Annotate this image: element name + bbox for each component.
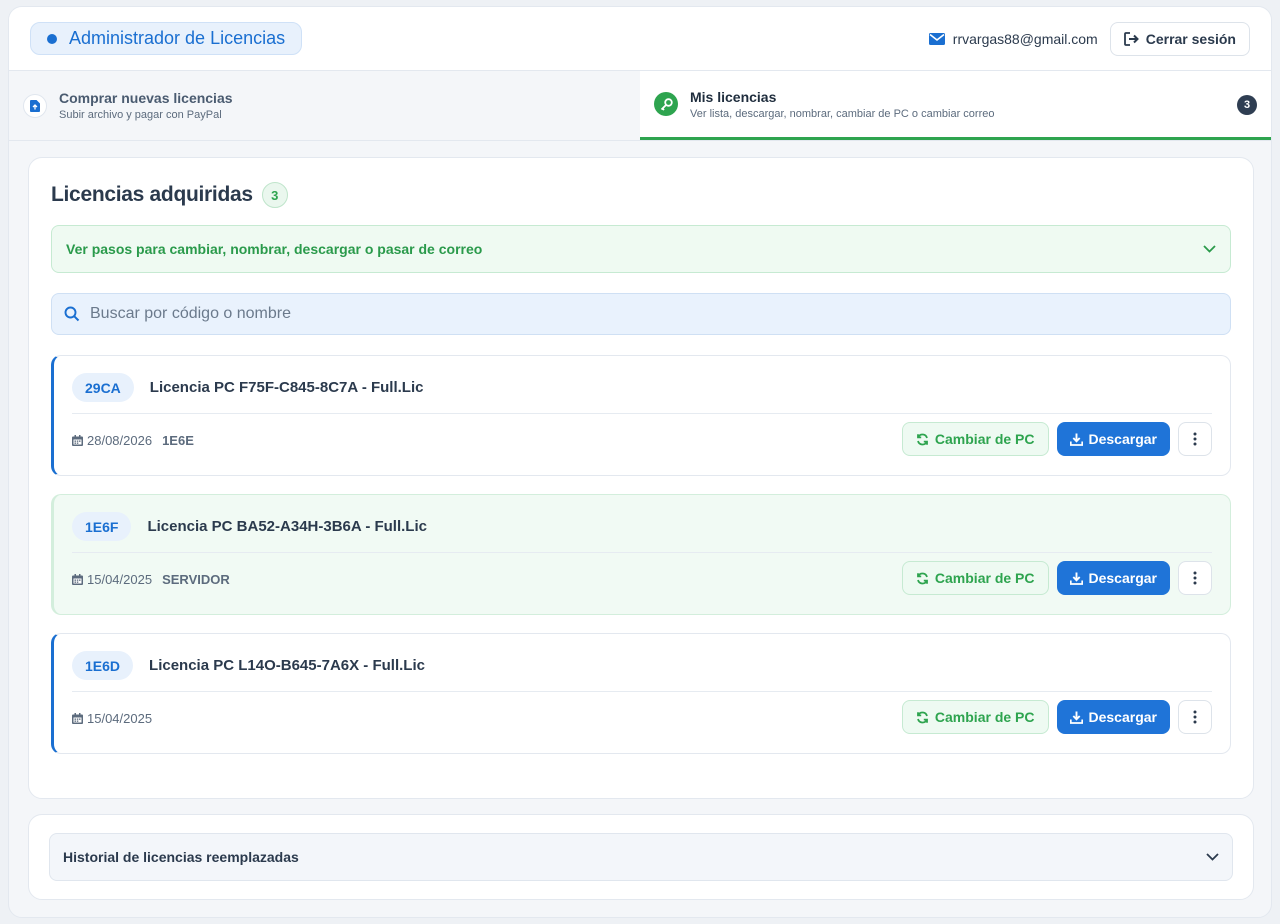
refresh-icon — [916, 711, 929, 724]
history-panel: Historial de licencias reemplazadas — [28, 814, 1254, 900]
top-header: Administrador de Licencias rrvargas88@gm… — [9, 7, 1271, 71]
card-divider — [72, 691, 1212, 692]
history-accordion[interactable]: Historial de licencias reemplazadas — [49, 833, 1233, 881]
sign-out-icon — [1123, 31, 1139, 46]
tab-my-licenses[interactable]: Mis licencias Ver lista, descargar, nomb… — [640, 71, 1271, 140]
more-options-button[interactable] — [1178, 700, 1212, 734]
download-label: Descargar — [1088, 431, 1158, 447]
header-actions: rrvargas88@gmail.com Cerrar sesión — [928, 21, 1250, 56]
logout-button[interactable]: Cerrar sesión — [1109, 21, 1250, 56]
change-pc-button[interactable]: Cambiar de PC — [901, 700, 1049, 734]
change-pc-label: Cambiar de PC — [934, 570, 1035, 586]
license-name[interactable]: Licencia PC F75F-C845-8C7A - Full.Lic — [150, 379, 424, 396]
license-tag: 1E6E — [162, 433, 194, 448]
chevron-down-icon — [1206, 853, 1219, 861]
app-window: Administrador de Licencias rrvargas88@gm… — [8, 6, 1272, 918]
change-pc-button[interactable]: Cambiar de PC — [901, 422, 1049, 456]
licenses-count-badge: 3 — [261, 182, 288, 208]
download-icon — [1069, 572, 1083, 585]
license-card: 29CA Licencia PC F75F-C845-8C7A - Full.L… — [51, 355, 1231, 476]
refresh-icon — [916, 572, 929, 585]
download-label: Descargar — [1088, 709, 1158, 725]
upload-file-icon — [23, 93, 47, 118]
card-divider — [72, 413, 1212, 414]
tab-my-subtitle: Ver lista, descargar, nombrar, cambiar d… — [690, 107, 995, 120]
search-icon — [64, 306, 80, 322]
more-options-button[interactable] — [1178, 422, 1212, 456]
chevron-down-icon — [1203, 245, 1216, 253]
download-button[interactable]: Descargar — [1056, 561, 1170, 595]
license-date: 15/04/2025 — [87, 572, 153, 587]
envelope-icon — [928, 32, 945, 45]
license-card: 1E6D Licencia PC L14O-B645-7A6X - Full.L… — [51, 633, 1231, 754]
kebab-menu-icon — [1193, 571, 1197, 585]
app-title: Administrador de Licencias — [69, 28, 286, 48]
download-icon — [1069, 711, 1083, 724]
download-button[interactable]: Descargar — [1056, 700, 1170, 734]
steps-accordion[interactable]: Ver pasos para cambiar, nombrar, descarg… — [51, 225, 1231, 273]
card-divider — [72, 552, 1212, 553]
steps-label: Ver pasos para cambiar, nombrar, descarg… — [66, 241, 483, 257]
download-button[interactable]: Descargar — [1056, 422, 1170, 456]
tab-buy-licenses[interactable]: Comprar nuevas licencias Subir archivo y… — [9, 71, 640, 140]
history-label: Historial de licencias reemplazadas — [63, 849, 299, 865]
tab-my-title: Mis licencias — [690, 88, 777, 105]
app-brand: Administrador de Licencias — [30, 22, 303, 55]
license-tag: SERVIDOR — [162, 572, 230, 587]
user-email: rrvargas88@gmail.com — [952, 30, 1098, 47]
license-date: 15/04/2025 — [87, 711, 153, 726]
calendar-icon — [72, 574, 83, 585]
tab-buy-subtitle: Subir archivo y pagar con PayPal — [59, 109, 222, 121]
change-pc-label: Cambiar de PC — [934, 709, 1035, 725]
calendar-icon — [72, 435, 83, 446]
refresh-icon — [916, 433, 929, 446]
search-input[interactable] — [90, 305, 1218, 323]
more-options-button[interactable] — [1178, 561, 1212, 595]
search-box — [51, 293, 1231, 335]
kebab-menu-icon — [1193, 432, 1197, 446]
licenses-panel: Licencias adquiridas 3 Ver pasos para ca… — [28, 157, 1254, 799]
license-code-badge: 29CA — [72, 373, 134, 402]
tab-count-badge: 3 — [1237, 95, 1257, 115]
license-code-badge: 1E6D — [72, 651, 134, 680]
tab-bar: Comprar nuevas licencias Subir archivo y… — [9, 71, 1271, 141]
calendar-icon — [72, 713, 83, 724]
page-title: Licencias adquiridas — [51, 183, 253, 206]
license-card: 1E6F Licencia PC BA52-A34H-3B6A - Full.L… — [51, 494, 1231, 615]
license-name[interactable]: Licencia PC BA52-A34H-3B6A - Full.Lic — [147, 518, 427, 535]
user-info: rrvargas88@gmail.com — [928, 30, 1098, 47]
download-label: Descargar — [1088, 570, 1158, 586]
status-dot-icon — [47, 33, 57, 44]
kebab-menu-icon — [1193, 710, 1197, 724]
logout-label: Cerrar sesión — [1145, 30, 1236, 47]
change-pc-label: Cambiar de PC — [934, 431, 1035, 447]
key-icon — [654, 92, 678, 116]
download-icon — [1069, 433, 1083, 446]
license-code-badge: 1E6F — [72, 512, 132, 541]
tab-buy-title: Comprar nuevas licencias — [59, 90, 233, 106]
license-name[interactable]: Licencia PC L14O-B645-7A6X - Full.Lic — [149, 657, 425, 674]
change-pc-button[interactable]: Cambiar de PC — [901, 561, 1049, 595]
license-date: 28/08/2026 — [87, 433, 153, 448]
